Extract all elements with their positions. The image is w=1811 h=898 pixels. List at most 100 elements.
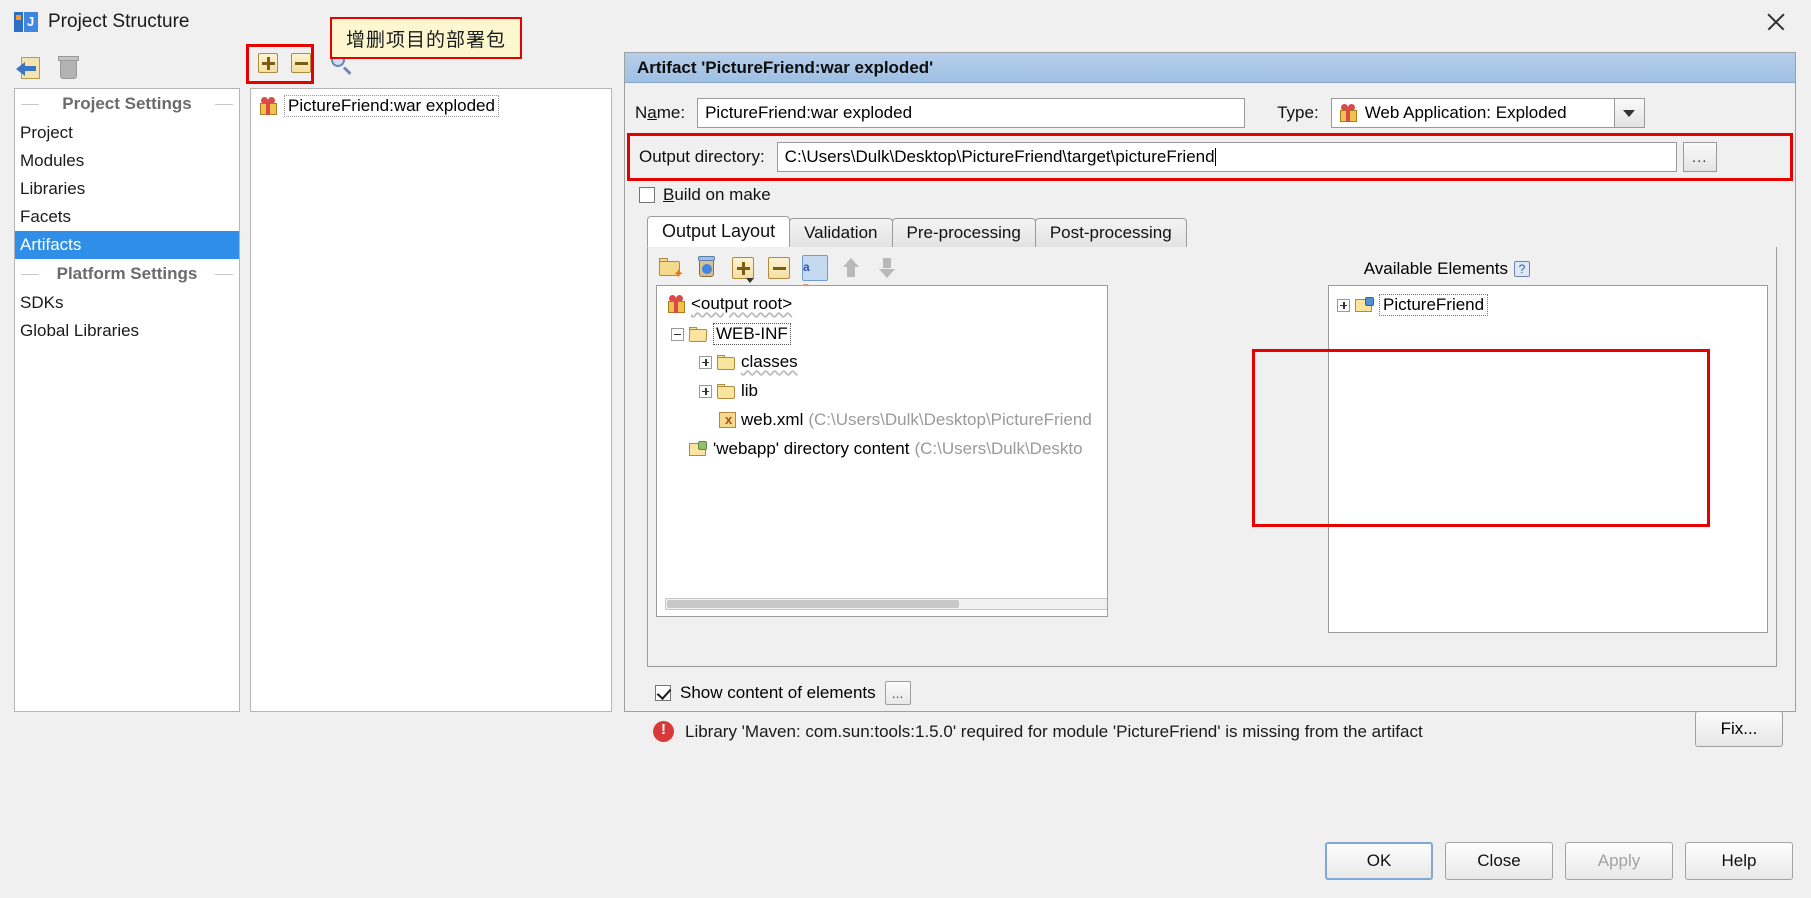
tab-validation[interactable]: Validation bbox=[789, 218, 893, 247]
expand-toggle-icon[interactable] bbox=[1337, 298, 1350, 312]
sidebar-group-label: Project Settings bbox=[62, 94, 192, 113]
artifact-name-value: PictureFriend:war exploded bbox=[705, 103, 913, 122]
sidebar-item-libraries[interactable]: Libraries bbox=[15, 175, 239, 203]
tree-node-classes[interactable]: classes bbox=[699, 352, 798, 372]
directory-content-icon bbox=[689, 441, 708, 457]
sidebar-item-project[interactable]: Project bbox=[15, 119, 239, 147]
tree-node-lib[interactable]: lib bbox=[699, 381, 758, 401]
build-on-make-label: Build on make bbox=[663, 185, 771, 204]
expand-toggle-icon[interactable] bbox=[699, 384, 712, 398]
tree-node-detail: (C:\Users\Dulk\Desktop\PictureFriend bbox=[808, 410, 1092, 429]
sidebar-group-label: Platform Settings bbox=[56, 264, 198, 283]
artifact-type-value: Web Application: Exploded bbox=[1364, 103, 1567, 122]
show-content-options-button[interactable]: ... bbox=[884, 681, 911, 705]
build-on-make-checkbox[interactable] bbox=[639, 187, 655, 203]
output-directory-input[interactable]: C:\Users\Dulk\Desktop\PictureFriend\targ… bbox=[776, 142, 1677, 172]
sidebar-group-platform-settings: Platform Settings bbox=[15, 259, 239, 289]
show-content-label: Show content of elements bbox=[680, 683, 876, 702]
tree-node-label: WEB-INF bbox=[713, 323, 791, 345]
artifact-list-panel: PictureFriend:war exploded bbox=[250, 88, 612, 712]
sidebar-item-sdks[interactable]: SDKs bbox=[15, 289, 239, 317]
tree-node-web-xml[interactable]: web.xml (C:\Users\Dulk\Desktop\PictureFr… bbox=[719, 410, 1092, 430]
folder-icon bbox=[717, 383, 736, 399]
create-archive-icon[interactable] bbox=[694, 255, 720, 281]
sidebar-item-label: Project bbox=[20, 123, 73, 142]
tab-pre-processing[interactable]: Pre-processing bbox=[891, 218, 1036, 247]
move-up-icon[interactable] bbox=[838, 255, 864, 281]
sidebar-item-global-libraries[interactable]: Global Libraries bbox=[15, 317, 239, 345]
scrollbar-thumb[interactable] bbox=[667, 600, 959, 608]
expand-toggle-icon[interactable] bbox=[699, 355, 712, 369]
tab-label: Validation bbox=[804, 223, 878, 242]
tree-node-label: web.xml bbox=[741, 410, 804, 429]
browse-output-directory-button[interactable]: ... bbox=[1682, 142, 1717, 172]
sort-az-icon[interactable]: az bbox=[802, 255, 828, 293]
create-directory-icon[interactable]: ✦ bbox=[658, 255, 684, 281]
sidebar-item-label: Global Libraries bbox=[20, 321, 140, 340]
back-icon[interactable] bbox=[16, 56, 44, 82]
web-application-icon bbox=[1339, 103, 1358, 123]
folder-icon bbox=[688, 326, 708, 342]
tree-horizontal-scrollbar[interactable] bbox=[665, 598, 1107, 610]
show-content-checkbox[interactable] bbox=[655, 685, 671, 701]
collapse-toggle-icon[interactable] bbox=[671, 327, 684, 341]
remove-icon[interactable] bbox=[766, 255, 792, 281]
trash-icon[interactable] bbox=[56, 55, 82, 81]
output-layout-tree[interactable]: <output root> WEB-INF classes lib x web.… bbox=[656, 285, 1108, 617]
type-label: Type: bbox=[1277, 103, 1319, 122]
artifact-type-select[interactable]: Web Application: Exploded bbox=[1330, 98, 1645, 128]
intellij-idea-icon: J bbox=[14, 10, 38, 34]
sidebar-item-facets[interactable]: Facets bbox=[15, 203, 239, 231]
sidebar-item-label: Modules bbox=[20, 151, 85, 170]
settings-sidebar: Project Settings Project Modules Librari… bbox=[14, 88, 240, 712]
sidebar-item-artifacts[interactable]: Artifacts bbox=[15, 231, 239, 259]
tab-output-layout[interactable]: Output Layout bbox=[647, 216, 791, 247]
tab-label: Pre-processing bbox=[906, 223, 1021, 242]
output-layout-toolbar: ✦ az bbox=[658, 253, 900, 293]
chevron-down-icon[interactable] bbox=[1613, 99, 1644, 127]
sidebar-item-label: Libraries bbox=[20, 179, 86, 198]
fix-button[interactable]: Fix... bbox=[1695, 711, 1783, 747]
title-bar: J Project Structure bbox=[0, 0, 1811, 44]
error-message-text: Library 'Maven: com.sun:tools:1.5.0' req… bbox=[685, 721, 1423, 741]
output-directory-row: Output directory: C:\Users\Dulk\Desktop\… bbox=[633, 137, 1788, 177]
project-structure-dialog: J Project Structure 增删项目的部署包 项目的输出地址 项目的… bbox=[0, 0, 1811, 898]
tree-node-detail: (C:\Users\Dulk\Deskto bbox=[914, 439, 1083, 458]
available-elements-tree[interactable]: PictureFriend bbox=[1328, 285, 1768, 633]
detail-header: Artifact 'PictureFriend:war exploded' bbox=[625, 53, 1795, 83]
help-button[interactable]: Help bbox=[1685, 842, 1793, 880]
close-icon[interactable] bbox=[1759, 6, 1793, 38]
artifact-name-label: PictureFriend:war exploded bbox=[284, 95, 499, 117]
sidebar-item-label: Facets bbox=[20, 207, 72, 226]
available-element-picturefriend[interactable]: PictureFriend bbox=[1337, 294, 1489, 316]
detail-tabs: Output Layout Validation Pre-processing … bbox=[647, 216, 1777, 248]
help-icon[interactable]: ? bbox=[1514, 261, 1530, 277]
available-element-label: PictureFriend bbox=[1379, 294, 1489, 316]
module-icon bbox=[1355, 297, 1374, 313]
tab-label: Post-processing bbox=[1049, 223, 1172, 242]
sidebar-item-modules[interactable]: Modules bbox=[15, 147, 239, 175]
close-button[interactable]: Close bbox=[1445, 842, 1553, 880]
list-item[interactable]: PictureFriend:war exploded bbox=[251, 93, 611, 119]
tree-node-webapp-directory-content[interactable]: 'webapp' directory content (C:\Users\Dul… bbox=[689, 439, 1083, 459]
output-directory-label: Output directory: bbox=[639, 147, 765, 166]
move-down-icon[interactable] bbox=[874, 255, 900, 281]
ok-button[interactable]: OK bbox=[1325, 842, 1433, 880]
available-elements-header: Available Elements ? bbox=[1364, 259, 1530, 279]
tab-label: Output Layout bbox=[662, 221, 776, 241]
tree-node-label: <output root> bbox=[691, 294, 793, 313]
show-content-row[interactable]: Show content of elements ... bbox=[655, 681, 911, 705]
dialog-buttons: OK Close Apply Help bbox=[1325, 842, 1793, 880]
tree-node-output-root[interactable]: <output root> bbox=[667, 294, 792, 314]
artifact-icon bbox=[259, 96, 278, 116]
error-icon bbox=[653, 721, 674, 742]
tree-node-label: classes bbox=[741, 352, 798, 371]
artifact-name-input[interactable]: PictureFriend:war exploded bbox=[697, 98, 1246, 128]
build-on-make-row[interactable]: Build on make bbox=[639, 185, 771, 205]
tab-post-processing[interactable]: Post-processing bbox=[1034, 218, 1187, 247]
xml-file-icon bbox=[719, 412, 736, 428]
tree-node-web-inf[interactable]: WEB-INF bbox=[671, 323, 791, 345]
name-type-row: Name: PictureFriend:war exploded Type: W… bbox=[635, 95, 1785, 131]
add-copy-of-icon[interactable] bbox=[730, 255, 756, 283]
artifact-icon bbox=[667, 294, 686, 314]
